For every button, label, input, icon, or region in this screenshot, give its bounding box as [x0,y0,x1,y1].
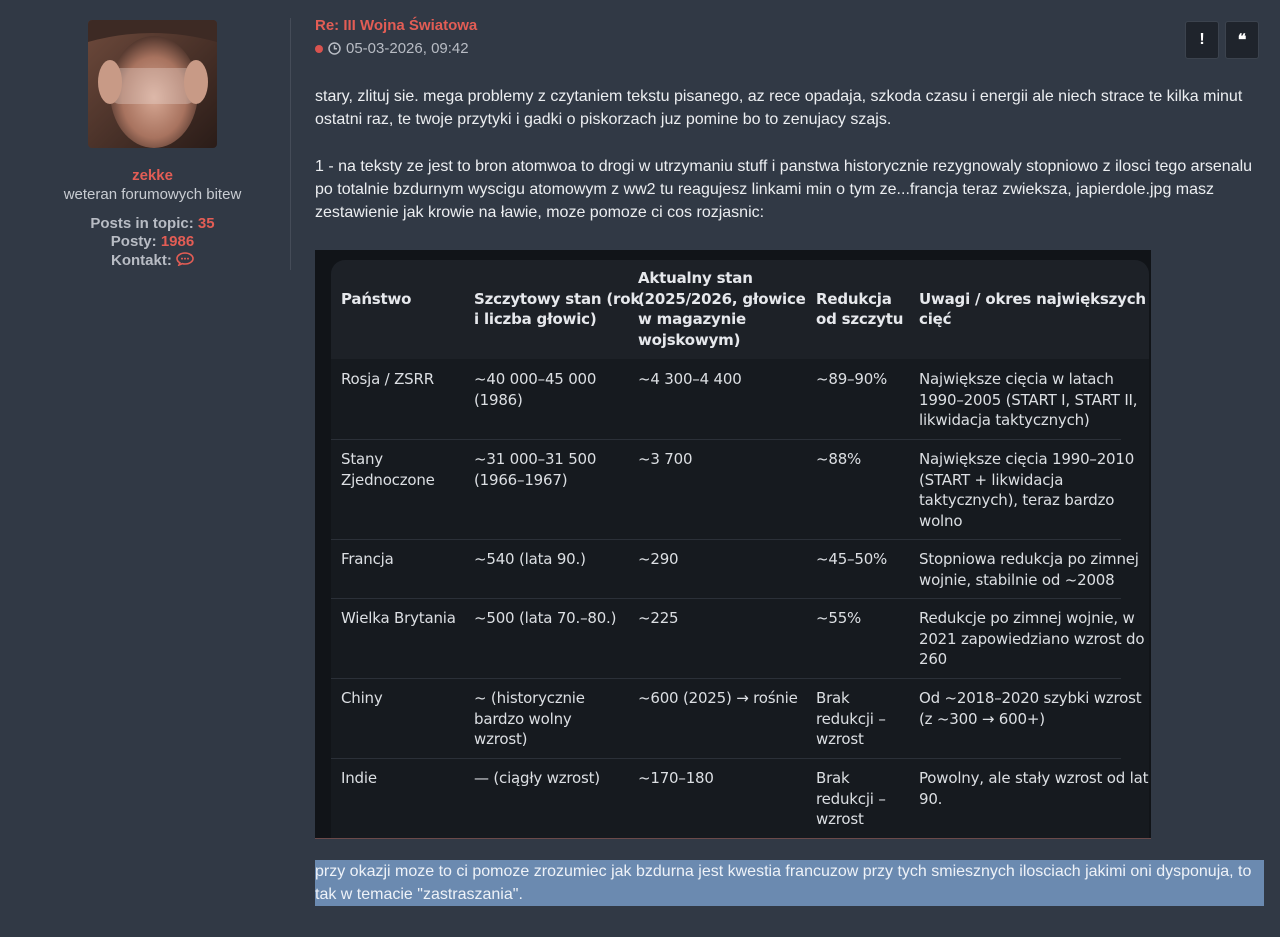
table-row-divider [331,598,1121,599]
post-paragraph: stary, zlituj sie. mega problemy z czyta… [315,88,1243,128]
table-cell: Chiny [341,689,383,707]
embedded-table-image[interactable]: Państwo Szczytowy stan (rok i liczba głow… [315,250,1151,839]
table-cell: Brak redukcji – wzrost [816,769,886,828]
chat-bubble-icon[interactable] [176,252,194,270]
quote-icon: ❝ [1237,32,1247,49]
contact-label: Kontakt: [111,252,172,269]
nuclear-table: Państwo Szczytowy stan (rok i liczba głow… [331,260,1149,838]
post-paragraph: 1 - na teksty ze jest to bron atomwoa to… [315,158,1253,221]
posts-value[interactable]: 1986 [161,233,194,250]
table-cell: ~45–50% [816,550,888,568]
table-row-divider [331,539,1121,540]
table-header-cell: Państwo [341,289,412,308]
table-cell: Powolny, ale stały wzrost od lat 90. [919,769,1149,808]
post-paragraph-selected: przy okazji moze to ci pomoze zrozumiec … [315,863,1252,903]
clock-icon [328,42,341,55]
report-icon: ! [1199,31,1205,48]
posts-label: Posty: [110,233,157,250]
table-cell: ~55% [816,609,862,627]
table-cell: Stany Zjednoczone [341,450,435,489]
posts-in-topic-value[interactable]: 35 [198,215,215,232]
table-cell: ~88% [816,450,862,468]
table-cell: ~4 300–4 400 [638,370,742,388]
table-cell: ~31 000–31 500 (1966–1967) [474,450,597,489]
table-cell: Francja [341,550,394,568]
column-divider [290,18,291,270]
table-cell: ~89–90% [816,370,888,388]
table-header-cell: Szczytowy stan (rok i liczba głowic) [474,289,641,329]
table-header-cell: Aktualny stan (2025/2026, głowice w maga… [638,269,806,349]
table-cell: Redukcje po zimnej wojnie, w 2021 zapowi… [919,609,1145,668]
table-cell: ~290 [638,550,679,568]
table-header-cell: Redukcja od szczytu [816,289,904,329]
posts-in-topic-label: Posts in topic: [90,215,194,232]
table-cell: Stopniowa redukcja po zimnej wojnie, sta… [919,550,1139,589]
table-cell: ~600 (2025) → rośnie [638,689,798,707]
user-rank: weteran forumowych bitew [63,186,242,203]
table-row-divider [331,758,1121,759]
table-cell: Wielka Brytania [341,609,456,627]
unread-dot-icon [315,44,323,53]
post-meta: 05-03-2026, 09:42 [315,40,469,57]
table-cell: Brak redukcji – wzrost [816,689,886,748]
table-cell: Od ~2018–2020 szybki wzrost (z ~300 → 60… [919,689,1142,728]
table-cell: — (ciągły wzrost) [474,769,600,787]
posts-in-topic: Posts in topic: 35 [0,215,305,232]
table-cell: ~3 700 [638,450,693,468]
table-cell: Indie [341,769,377,787]
table-cell: ~40 000–45 000 (1986) [474,370,597,409]
table-cell: ~225 [638,609,679,627]
table-cell: ~ (historycznie bardzo wolny wzrost) [474,689,585,748]
table-row-divider [331,678,1121,679]
quote-button[interactable]: ❝ [1225,21,1259,59]
table-cell: Największe cięcia 1990–2010 (START + lik… [919,450,1135,530]
table-cell: Rosja / ZSRR [341,370,434,388]
report-button[interactable]: ! [1185,21,1219,59]
table-row-divider [331,439,1121,440]
table-cell: Największe cięcia w latach 1990–2005 (ST… [919,370,1138,429]
table-cell: ~540 (lata 90.) [474,550,586,568]
table-cell: ~500 (lata 70.–80.) [474,609,617,627]
post-title[interactable]: Re: III Wojna Światowa [315,17,477,34]
username[interactable]: zekke [0,167,305,184]
table-header-cell: Uwagi / okres największych cięć [919,289,1146,329]
avatar[interactable] [88,20,217,148]
table-cell: ~170–180 [638,769,714,787]
posts-count: Posty: 1986 [0,233,305,250]
post-datetime[interactable]: 05-03-2026, 09:42 [346,40,469,57]
contact: Kontakt: [0,252,305,270]
